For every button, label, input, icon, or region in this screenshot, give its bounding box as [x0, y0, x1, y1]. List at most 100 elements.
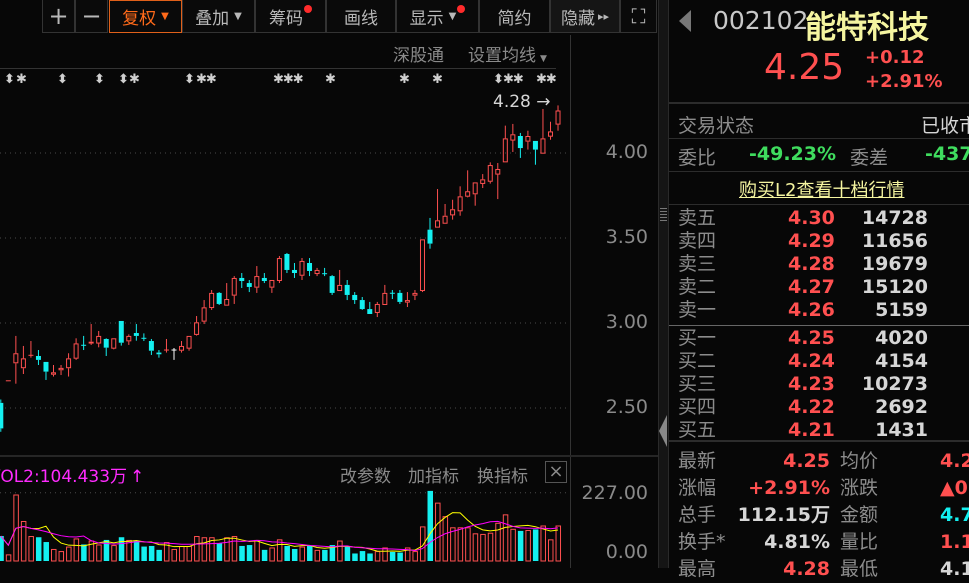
grip-icon[interactable]: [660, 208, 667, 222]
volume-bar: [299, 546, 305, 562]
divider: [669, 171, 969, 172]
candle: [450, 199, 456, 220]
panel-splitter[interactable]: [658, 0, 669, 568]
candle-body: [51, 372, 57, 375]
stat-label: 最高: [678, 558, 717, 580]
ask-row[interactable]: 卖五 4.30 14728: [678, 207, 969, 230]
volume-bar: [28, 536, 34, 562]
candle-body: [186, 335, 192, 349]
candle-body: [299, 260, 305, 276]
volume-bar: [352, 553, 358, 561]
candle-body: [261, 277, 267, 282]
stat-value: 4.2: [940, 450, 969, 472]
ask-row[interactable]: 卖三 4.28 19679: [678, 253, 969, 276]
volume-bar: [141, 546, 147, 561]
divider: [669, 138, 969, 139]
ask-row[interactable]: 卖四 4.29 11656: [678, 230, 969, 253]
volume-bar: [43, 542, 49, 561]
candle: [81, 335, 87, 351]
level-price: 4.27: [788, 276, 835, 298]
candle: [457, 186, 463, 216]
bid-row[interactable]: 买一 4.25 4020: [678, 327, 969, 350]
candle: [28, 341, 34, 358]
volume-bar: [269, 547, 275, 562]
candle: [141, 333, 147, 342]
candle-body: [118, 320, 124, 343]
candle: [322, 267, 328, 277]
candle: [43, 361, 49, 380]
candle: [103, 338, 109, 356]
stat-value: 4.81%: [764, 531, 830, 553]
volume-bar: [254, 539, 260, 562]
volume-bar: [344, 546, 351, 561]
max-price-label: 4.28 →: [493, 92, 551, 112]
candle-body: [126, 335, 132, 342]
bid-row[interactable]: 买三 4.23 10273: [678, 373, 969, 396]
level-volume: 2692: [875, 396, 928, 418]
candle-body: [502, 138, 508, 163]
candlestick-chart[interactable]: [0, 0, 570, 455]
candle: [472, 182, 478, 206]
candle: [480, 174, 486, 189]
candle: [96, 330, 102, 348]
candle-body: [246, 283, 252, 287]
candle: [540, 108, 546, 154]
candle-body: [495, 168, 501, 175]
candle: [209, 290, 215, 310]
bid-row[interactable]: 买四 4.22 2692: [678, 396, 969, 419]
stat-label: 涨幅: [678, 477, 717, 499]
candle: [186, 335, 192, 351]
prev-stock-icon[interactable]: [679, 10, 691, 32]
candle: [216, 292, 222, 305]
candle-body: [35, 355, 41, 360]
candle: [163, 338, 169, 353]
candle-body: [194, 322, 200, 335]
stock-name: 能特科技: [805, 10, 929, 46]
price-tick: 4.00: [605, 141, 648, 163]
candle-body: [419, 239, 425, 292]
volume-bar: [472, 533, 479, 562]
level-price: 4.26: [788, 299, 835, 321]
collapse-panel-icon[interactable]: [659, 415, 667, 447]
ask-row[interactable]: 卖一 4.26 5159: [678, 299, 969, 322]
candle-body: [427, 229, 433, 244]
volume-bar: [397, 552, 403, 561]
candle-body: [382, 292, 388, 305]
candle: [555, 105, 561, 131]
volume-bar: [58, 551, 65, 562]
ask-row[interactable]: 卖二 4.27 15120: [678, 276, 969, 299]
candle: [73, 338, 79, 360]
candle-body: [487, 165, 493, 182]
candle-body: [224, 299, 230, 306]
stat-value: ▲0.1: [940, 477, 969, 499]
candle: [314, 267, 320, 277]
candle-body: [555, 110, 561, 125]
stat-value: 4.28: [783, 558, 830, 580]
candle: [51, 364, 57, 377]
buy-l2-link[interactable]: 购买L2查看十档行情: [739, 176, 904, 202]
candle: [532, 140, 538, 165]
weibi-row: 委比 -49.23% 委差 -4377: [669, 143, 969, 169]
volume-bar: [525, 530, 531, 562]
stat-row: 最高 4.28 最低 4.1: [678, 556, 969, 583]
stat-label: 总手: [678, 504, 717, 526]
volume-bar: [35, 537, 42, 561]
price-change-pct: +2.91%: [865, 71, 943, 92]
volume-bar: [465, 527, 471, 562]
candle-body: [254, 276, 260, 288]
fullscreen-button[interactable]: ⛶: [620, 0, 657, 33]
stat-row: 最新 4.25 均价 4.2: [678, 448, 969, 475]
candle-body: [13, 353, 19, 364]
candle: [525, 130, 531, 150]
candle-body: [269, 279, 275, 288]
bid-row[interactable]: 买五 4.21 1431: [678, 419, 969, 442]
candle-body: [442, 215, 448, 224]
volume-bar: [291, 548, 298, 561]
volume-bar: [118, 537, 125, 561]
bid-row[interactable]: 买二 4.24 4154: [678, 350, 969, 373]
candle-body: [133, 333, 139, 336]
candle: [88, 324, 94, 345]
candle: [156, 350, 162, 358]
candle-body: [510, 134, 516, 141]
candle: [111, 338, 117, 350]
